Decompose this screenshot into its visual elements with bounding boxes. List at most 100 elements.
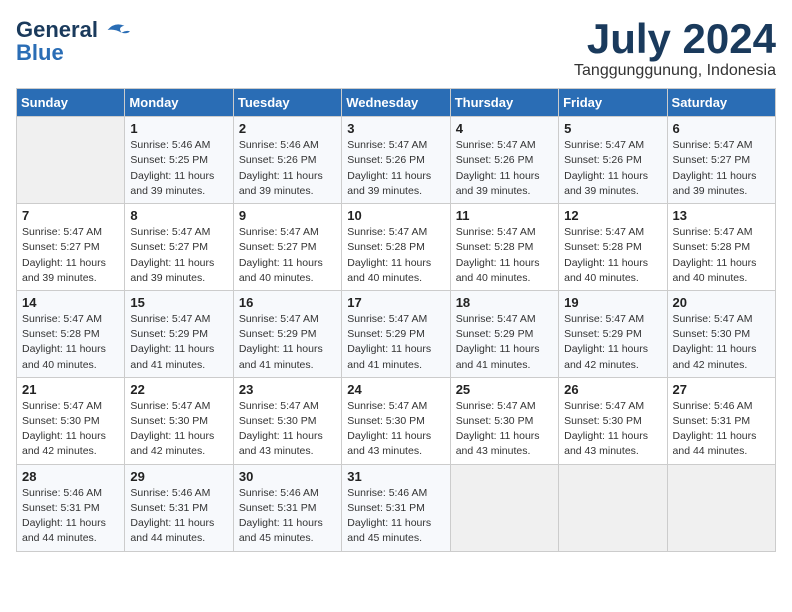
calendar-cell: 18 Sunrise: 5:47 AMSunset: 5:29 PMDayligh…: [450, 290, 558, 377]
calendar-cell: 6 Sunrise: 5:47 AMSunset: 5:27 PMDaylight…: [667, 117, 775, 204]
calendar-cell: 3 Sunrise: 5:47 AMSunset: 5:26 PMDaylight…: [342, 117, 450, 204]
weekday-header-monday: Monday: [125, 89, 233, 117]
day-info: Sunrise: 5:47 AMSunset: 5:26 PMDaylight:…: [564, 138, 661, 199]
calendar-cell: 1 Sunrise: 5:46 AMSunset: 5:25 PMDaylight…: [125, 117, 233, 204]
day-number: 5: [564, 121, 661, 136]
day-info: Sunrise: 5:47 AMSunset: 5:28 PMDaylight:…: [673, 225, 770, 286]
day-number: 22: [130, 382, 227, 397]
weekday-header-sunday: Sunday: [17, 89, 125, 117]
day-info: Sunrise: 5:47 AMSunset: 5:30 PMDaylight:…: [239, 399, 336, 460]
day-info: Sunrise: 5:47 AMSunset: 5:27 PMDaylight:…: [22, 225, 119, 286]
calendar-cell: [559, 464, 667, 551]
day-number: 28: [22, 469, 119, 484]
page-header: General Blue July 2024 Tanggunggunung, I…: [16, 16, 776, 80]
day-info: Sunrise: 5:47 AMSunset: 5:30 PMDaylight:…: [673, 312, 770, 373]
calendar-cell: 17 Sunrise: 5:47 AMSunset: 5:29 PMDayligh…: [342, 290, 450, 377]
day-info: Sunrise: 5:46 AMSunset: 5:25 PMDaylight:…: [130, 138, 227, 199]
day-info: Sunrise: 5:47 AMSunset: 5:27 PMDaylight:…: [673, 138, 770, 199]
calendar-cell: 30 Sunrise: 5:46 AMSunset: 5:31 PMDayligh…: [233, 464, 341, 551]
logo-bird-icon: [102, 16, 130, 44]
day-number: 27: [673, 382, 770, 397]
location-subtitle: Tanggunggunung, Indonesia: [574, 62, 776, 80]
calendar-cell: 16Sunrise: 5:47 AMSunset: 5:29 PMDayligh…: [233, 290, 341, 377]
calendar-cell: 26Sunrise: 5:47 AMSunset: 5:30 PMDayligh…: [559, 377, 667, 464]
calendar-cell: 10 Sunrise: 5:47 AMSunset: 5:28 PMDayligh…: [342, 204, 450, 291]
day-number: 26: [564, 382, 661, 397]
day-number: 4: [456, 121, 553, 136]
calendar-cell: 4 Sunrise: 5:47 AMSunset: 5:26 PMDaylight…: [450, 117, 558, 204]
calendar-cell: 14Sunrise: 5:47 AMSunset: 5:28 PMDayligh…: [17, 290, 125, 377]
calendar-cell: 7 Sunrise: 5:47 AMSunset: 5:27 PMDaylight…: [17, 204, 125, 291]
calendar-cell: 22 Sunrise: 5:47 AMSunset: 5:30 PMDayligh…: [125, 377, 233, 464]
calendar-cell: 20 Sunrise: 5:47 AMSunset: 5:30 PMDayligh…: [667, 290, 775, 377]
day-info: Sunrise: 5:47 AMSunset: 5:29 PMDaylight:…: [456, 312, 553, 373]
day-info: Sunrise: 5:47 AMSunset: 5:26 PMDaylight:…: [347, 138, 444, 199]
day-info: Sunrise: 5:47 AMSunset: 5:29 PMDaylight:…: [130, 312, 227, 373]
calendar-cell: 24Sunrise: 5:47 AMSunset: 5:30 PMDayligh…: [342, 377, 450, 464]
day-info: Sunrise: 5:47 AMSunset: 5:27 PMDaylight:…: [130, 225, 227, 286]
day-info: Sunrise: 5:46 AMSunset: 5:31 PMDaylight:…: [130, 486, 227, 547]
day-number: 30: [239, 469, 336, 484]
title-block: July 2024 Tanggunggunung, Indonesia: [574, 16, 776, 80]
weekday-header-row: SundayMondayTuesdayWednesdayThursdayFrid…: [17, 89, 776, 117]
day-number: 29: [130, 469, 227, 484]
calendar-cell: 8Sunrise: 5:47 AMSunset: 5:27 PMDaylight…: [125, 204, 233, 291]
day-info: Sunrise: 5:47 AMSunset: 5:30 PMDaylight:…: [22, 399, 119, 460]
day-info: Sunrise: 5:46 AMSunset: 5:31 PMDaylight:…: [347, 486, 444, 547]
day-info: Sunrise: 5:47 AMSunset: 5:28 PMDaylight:…: [564, 225, 661, 286]
calendar-cell: 11Sunrise: 5:47 AMSunset: 5:28 PMDayligh…: [450, 204, 558, 291]
day-number: 15: [130, 295, 227, 310]
day-info: Sunrise: 5:47 AMSunset: 5:27 PMDaylight:…: [239, 225, 336, 286]
day-info: Sunrise: 5:47 AMSunset: 5:30 PMDaylight:…: [456, 399, 553, 460]
calendar-cell: [667, 464, 775, 551]
weekday-header-tuesday: Tuesday: [233, 89, 341, 117]
calendar-cell: 19Sunrise: 5:47 AMSunset: 5:29 PMDayligh…: [559, 290, 667, 377]
day-info: Sunrise: 5:47 AMSunset: 5:26 PMDaylight:…: [456, 138, 553, 199]
day-number: 19: [564, 295, 661, 310]
day-number: 18: [456, 295, 553, 310]
calendar-week-row: 7 Sunrise: 5:47 AMSunset: 5:27 PMDaylight…: [17, 204, 776, 291]
weekday-header-thursday: Thursday: [450, 89, 558, 117]
calendar-cell: 31 Sunrise: 5:46 AMSunset: 5:31 PMDayligh…: [342, 464, 450, 551]
day-info: Sunrise: 5:47 AMSunset: 5:29 PMDaylight:…: [347, 312, 444, 373]
calendar-week-row: 21 Sunrise: 5:47 AMSunset: 5:30 PMDayligh…: [17, 377, 776, 464]
calendar-week-row: 1 Sunrise: 5:46 AMSunset: 5:25 PMDaylight…: [17, 117, 776, 204]
day-info: Sunrise: 5:46 AMSunset: 5:31 PMDaylight:…: [239, 486, 336, 547]
day-number: 13: [673, 208, 770, 223]
day-number: 20: [673, 295, 770, 310]
day-number: 12: [564, 208, 661, 223]
logo: General Blue: [16, 16, 130, 66]
calendar-cell: 29 Sunrise: 5:46 AMSunset: 5:31 PMDayligh…: [125, 464, 233, 551]
calendar-cell: 9 Sunrise: 5:47 AMSunset: 5:27 PMDaylight…: [233, 204, 341, 291]
calendar-cell: 2Sunrise: 5:46 AMSunset: 5:26 PMDaylight…: [233, 117, 341, 204]
calendar-week-row: 14Sunrise: 5:47 AMSunset: 5:28 PMDayligh…: [17, 290, 776, 377]
day-number: 9: [239, 208, 336, 223]
day-number: 11: [456, 208, 553, 223]
calendar-cell: 21 Sunrise: 5:47 AMSunset: 5:30 PMDayligh…: [17, 377, 125, 464]
day-number: 16: [239, 295, 336, 310]
day-info: Sunrise: 5:47 AMSunset: 5:28 PMDaylight:…: [347, 225, 444, 286]
day-number: 1: [130, 121, 227, 136]
day-info: Sunrise: 5:47 AMSunset: 5:30 PMDaylight:…: [130, 399, 227, 460]
weekday-header-saturday: Saturday: [667, 89, 775, 117]
day-number: 23: [239, 382, 336, 397]
calendar-cell: 25Sunrise: 5:47 AMSunset: 5:30 PMDayligh…: [450, 377, 558, 464]
day-number: 21: [22, 382, 119, 397]
day-number: 6: [673, 121, 770, 136]
day-number: 3: [347, 121, 444, 136]
day-number: 7: [22, 208, 119, 223]
day-info: Sunrise: 5:46 AMSunset: 5:31 PMDaylight:…: [673, 399, 770, 460]
logo-blue: Blue: [16, 40, 64, 66]
calendar-table: SundayMondayTuesdayWednesdayThursdayFrid…: [16, 88, 776, 551]
calendar-cell: 13 Sunrise: 5:47 AMSunset: 5:28 PMDayligh…: [667, 204, 775, 291]
day-number: 17: [347, 295, 444, 310]
day-number: 10: [347, 208, 444, 223]
weekday-header-friday: Friday: [559, 89, 667, 117]
calendar-cell: 15 Sunrise: 5:47 AMSunset: 5:29 PMDayligh…: [125, 290, 233, 377]
month-title: July 2024: [574, 16, 776, 62]
day-info: Sunrise: 5:46 AMSunset: 5:26 PMDaylight:…: [239, 138, 336, 199]
day-number: 31: [347, 469, 444, 484]
day-info: Sunrise: 5:47 AMSunset: 5:28 PMDaylight:…: [22, 312, 119, 373]
calendar-cell: [17, 117, 125, 204]
day-number: 24: [347, 382, 444, 397]
